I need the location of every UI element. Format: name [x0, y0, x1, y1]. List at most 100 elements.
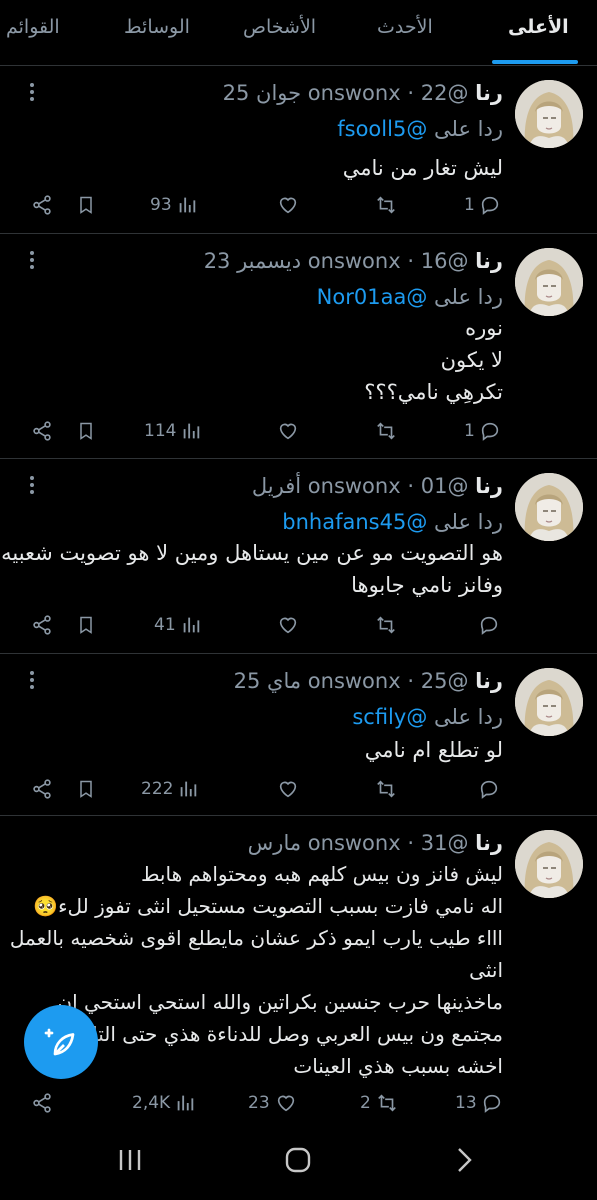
- reply-mention[interactable]: @fsooll5: [337, 117, 427, 141]
- tweet-header: رنا @onswonx · 31 مارس: [248, 828, 503, 858]
- avatar-image: [515, 473, 583, 541]
- views-button[interactable]: 41: [154, 608, 202, 642]
- home-icon[interactable]: [278, 1142, 318, 1178]
- tweet-line: لو تطلع ام نامي: [364, 738, 503, 762]
- like-icon: [279, 781, 297, 798]
- views-count: 114: [144, 421, 177, 441]
- bookmark-button[interactable]: [76, 188, 96, 222]
- tab-latest[interactable]: الأحدث: [377, 16, 433, 38]
- avatar[interactable]: [515, 80, 583, 148]
- reply-button[interactable]: 1: [464, 188, 501, 222]
- share-button[interactable]: [31, 608, 53, 642]
- bookmark-button[interactable]: [76, 772, 96, 806]
- reply-mention[interactable]: @bnhafans45: [282, 510, 427, 534]
- bookmark-button[interactable]: [76, 414, 96, 448]
- views-count: 41: [154, 615, 176, 635]
- retweet-button[interactable]: [370, 608, 398, 642]
- reply-icon: [481, 196, 498, 215]
- tweet-line: لا يكون: [440, 348, 503, 372]
- views-count: 2,4K: [132, 1093, 171, 1113]
- reply-button[interactable]: [474, 772, 500, 806]
- author-name[interactable]: رنا: [475, 669, 503, 693]
- reply-mention[interactable]: @Nor01aa: [317, 285, 428, 309]
- bookmark-icon: [80, 422, 92, 440]
- tweet-text: لو تطلع ام نامي: [23, 734, 503, 766]
- views-button[interactable]: 2,4K: [132, 1086, 196, 1120]
- reply-icon: [480, 780, 498, 799]
- reply-context: ردا على @Nor01aa: [317, 282, 503, 312]
- tweet[interactable]: رنا @onswonx · 22 جوان 25 ردا على @fsool…: [0, 66, 597, 234]
- author-name[interactable]: رنا: [475, 831, 503, 855]
- more-vertical-icon[interactable]: [22, 80, 42, 106]
- like-button[interactable]: 23: [248, 1086, 298, 1120]
- author-name[interactable]: رنا: [475, 249, 503, 273]
- separator-dot: ·: [407, 81, 415, 105]
- tweet-line: اااء طيب يارب ايمو ذكر عشان مايطلع اقوى …: [9, 926, 503, 950]
- avatar[interactable]: [515, 473, 583, 541]
- compose-button[interactable]: [24, 1005, 98, 1079]
- share-button[interactable]: [31, 414, 53, 448]
- views-button[interactable]: 222: [141, 772, 199, 806]
- bookmark-icon: [80, 616, 92, 634]
- views-button[interactable]: 114: [144, 414, 202, 448]
- retweet-icon: [377, 1094, 396, 1112]
- tweet[interactable]: رنا @onswonx · 31 مارس ليش فانز ون بيس ك…: [0, 816, 597, 1120]
- back-icon[interactable]: [444, 1142, 484, 1178]
- avatar[interactable]: [515, 668, 583, 736]
- retweet-icon: [377, 616, 395, 634]
- share-icon: [33, 615, 51, 635]
- tweet-header: رنا @onswonx · 16 ديسمبر 23: [204, 246, 503, 276]
- tab-lists[interactable]: القوائم: [6, 16, 60, 38]
- avatar-image: [515, 248, 583, 316]
- author-name[interactable]: رنا: [475, 474, 503, 498]
- separator-dot: ·: [407, 249, 415, 273]
- author-name[interactable]: رنا: [475, 81, 503, 105]
- share-button[interactable]: [31, 1086, 53, 1120]
- reply-label: ردا على: [434, 510, 503, 534]
- like-button[interactable]: [272, 608, 300, 642]
- retweet-button[interactable]: 2: [360, 1086, 399, 1120]
- tweet[interactable]: رنا @onswonx · 25 ماي 25 ردا على @scfily…: [0, 654, 597, 816]
- retweet-button[interactable]: [370, 414, 398, 448]
- like-icon: [279, 423, 297, 440]
- separator-dot: ·: [407, 474, 415, 498]
- system-nav-bar: [0, 1120, 597, 1200]
- recents-icon[interactable]: [110, 1142, 150, 1178]
- retweet-button[interactable]: [370, 188, 398, 222]
- tab-media[interactable]: الوسائط: [124, 16, 190, 38]
- share-button[interactable]: [31, 188, 53, 222]
- views-button[interactable]: 93: [150, 188, 198, 222]
- avatar[interactable]: [515, 248, 583, 316]
- compose-icon: [44, 1028, 75, 1056]
- tweet[interactable]: رنا @onswonx · 16 ديسمبر 23 ردا على @Nor…: [0, 234, 597, 459]
- like-button[interactable]: [272, 414, 300, 448]
- avatar-image: [515, 830, 583, 898]
- like-button[interactable]: [272, 188, 300, 222]
- reply-context: ردا على @scfily: [352, 702, 503, 732]
- like-button[interactable]: [272, 772, 300, 806]
- more-vertical-icon[interactable]: [22, 668, 42, 694]
- tab-people[interactable]: الأشخاص: [243, 16, 316, 38]
- reply-context: ردا على @fsooll5: [337, 114, 503, 144]
- retweet-button[interactable]: [370, 772, 398, 806]
- share-icon: [33, 421, 51, 441]
- more-vertical-icon[interactable]: [22, 473, 42, 499]
- share-button[interactable]: [31, 772, 53, 806]
- tweet-text: هو التصويت مو عن مين يستاهل ومين لا هو ت…: [1, 537, 503, 601]
- avatar[interactable]: [515, 830, 583, 898]
- bookmark-button[interactable]: [76, 608, 96, 642]
- reply-mention[interactable]: @scfily: [352, 705, 427, 729]
- reply-button[interactable]: 1: [464, 414, 501, 448]
- reply-label: ردا على: [434, 705, 503, 729]
- tab-top[interactable]: الأعلى: [508, 16, 569, 38]
- tweet-line: تكرهِي نامي؟؟؟: [364, 380, 503, 404]
- reply-button[interactable]: [474, 608, 500, 642]
- more-vertical-icon[interactable]: [22, 248, 42, 274]
- tweet[interactable]: رنا @onswonx · 01 أفريل ردا على @bnhafan…: [0, 459, 597, 654]
- reply-count: 1: [464, 421, 475, 441]
- reply-icon: [483, 1094, 500, 1113]
- reply-button[interactable]: 13: [455, 1086, 503, 1120]
- bookmark-icon: [80, 196, 92, 214]
- views-icon: [184, 423, 200, 439]
- avatar-image: [515, 80, 583, 148]
